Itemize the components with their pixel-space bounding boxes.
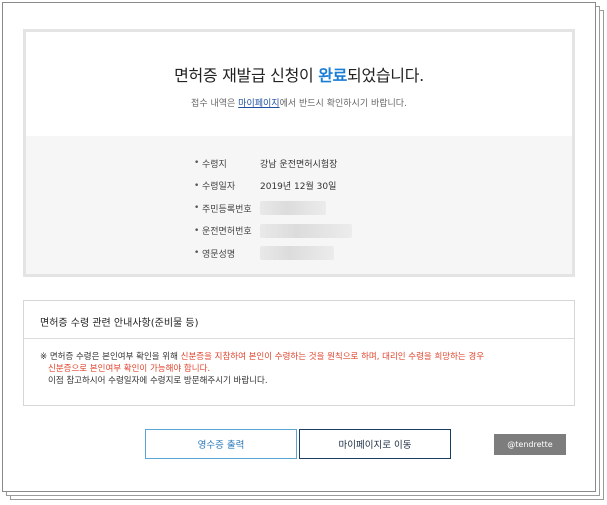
page-title: 면허증 재발급 신청이 완료되었습니다.	[26, 32, 572, 86]
info-value: 강남 운전면허시험장	[260, 159, 338, 170]
sub-prefix: 접수 내역은	[191, 99, 239, 109]
info-row-pickup-place: • 수령지 강남 운전면허시험장	[194, 152, 352, 175]
bullet-icon: •	[194, 225, 200, 236]
notice-warning: 신분증을 지참하여 본인이 수령하는 것을 원칙으로 하며, 대리인 수령을 희…	[180, 352, 485, 362]
watermark-badge: @tendrette	[494, 434, 566, 455]
info-list: • 수령지 강남 운전면허시험장 • 수령일자 2019년 12월 30일 • …	[194, 152, 352, 265]
completion-panel: 면허증 재발급 신청이 완료되었습니다. 접수 내역은 마이페이지에서 반드시 …	[23, 29, 575, 277]
info-row-resident-number: • 주민등록번호	[194, 197, 352, 220]
info-value: 2019년 12월 30일	[260, 182, 337, 193]
info-row-english-name: • 영문성명	[194, 242, 352, 265]
page-container: 면허증 재발급 신청이 완료되었습니다. 접수 내역은 마이페이지에서 반드시 …	[2, 2, 596, 492]
info-row-pickup-date: • 수령일자 2019년 12월 30일	[194, 175, 352, 198]
info-label: 영문성명	[202, 249, 236, 260]
notice-line-1: ※ 면허증 수령은 본인여부 확인을 위해 신분증을 지참하여 본인이 수령하는…	[40, 351, 574, 363]
mypage-link[interactable]: 마이페이지	[238, 99, 279, 109]
title-prefix: 면허증 재발급 신청이	[174, 66, 319, 85]
info-row-license-number: • 운전면허번호	[194, 220, 352, 243]
masked-value	[260, 246, 334, 261]
masked-value	[260, 223, 352, 238]
bullet-icon: •	[194, 203, 200, 214]
print-receipt-button[interactable]: 영수증 출력	[145, 429, 297, 459]
masked-value	[260, 201, 326, 216]
info-label: 수령일자	[202, 182, 236, 193]
go-mypage-button[interactable]: 마이페이지로 이동	[299, 429, 451, 459]
title-highlight: 완료	[318, 66, 348, 85]
title-suffix: 되었습니다.	[347, 66, 424, 85]
notice-line-2: 신분증으로 본인여부 확인이 가능해야 합니다.	[48, 364, 211, 374]
application-info: • 수령지 강남 운전면허시험장 • 수령일자 2019년 12월 30일 • …	[26, 136, 572, 274]
notice-text: ※ 면허증 수령은 본인여부 확인을 위해	[40, 352, 181, 362]
completion-subtitle: 접수 내역은 마이페이지에서 반드시 확인하시기 바랍니다.	[26, 96, 572, 109]
bullet-icon: •	[194, 158, 200, 169]
notice-title: 면허증 수령 관련 안내사항(준비물 등)	[24, 301, 574, 339]
notice-line-3: 이점 참고하시어 수령일자에 수령지로 방문해주시기 바랍니다.	[48, 376, 268, 386]
bullet-icon: •	[194, 180, 200, 191]
info-label: 수령지	[202, 159, 227, 170]
bullet-icon: •	[194, 248, 200, 259]
notice-panel: 면허증 수령 관련 안내사항(준비물 등) ※ 면허증 수령은 본인여부 확인을…	[23, 300, 575, 406]
info-label: 주민등록번호	[202, 204, 252, 215]
sub-suffix: 에서 반드시 확인하시기 바랍니다.	[279, 99, 407, 109]
notice-body: ※ 면허증 수령은 본인여부 확인을 위해 신분증을 지참하여 본인이 수령하는…	[24, 339, 574, 387]
completion-header: 면허증 재발급 신청이 완료되었습니다. 접수 내역은 마이페이지에서 반드시 …	[26, 32, 572, 136]
info-label: 운전면허번호	[202, 227, 252, 238]
